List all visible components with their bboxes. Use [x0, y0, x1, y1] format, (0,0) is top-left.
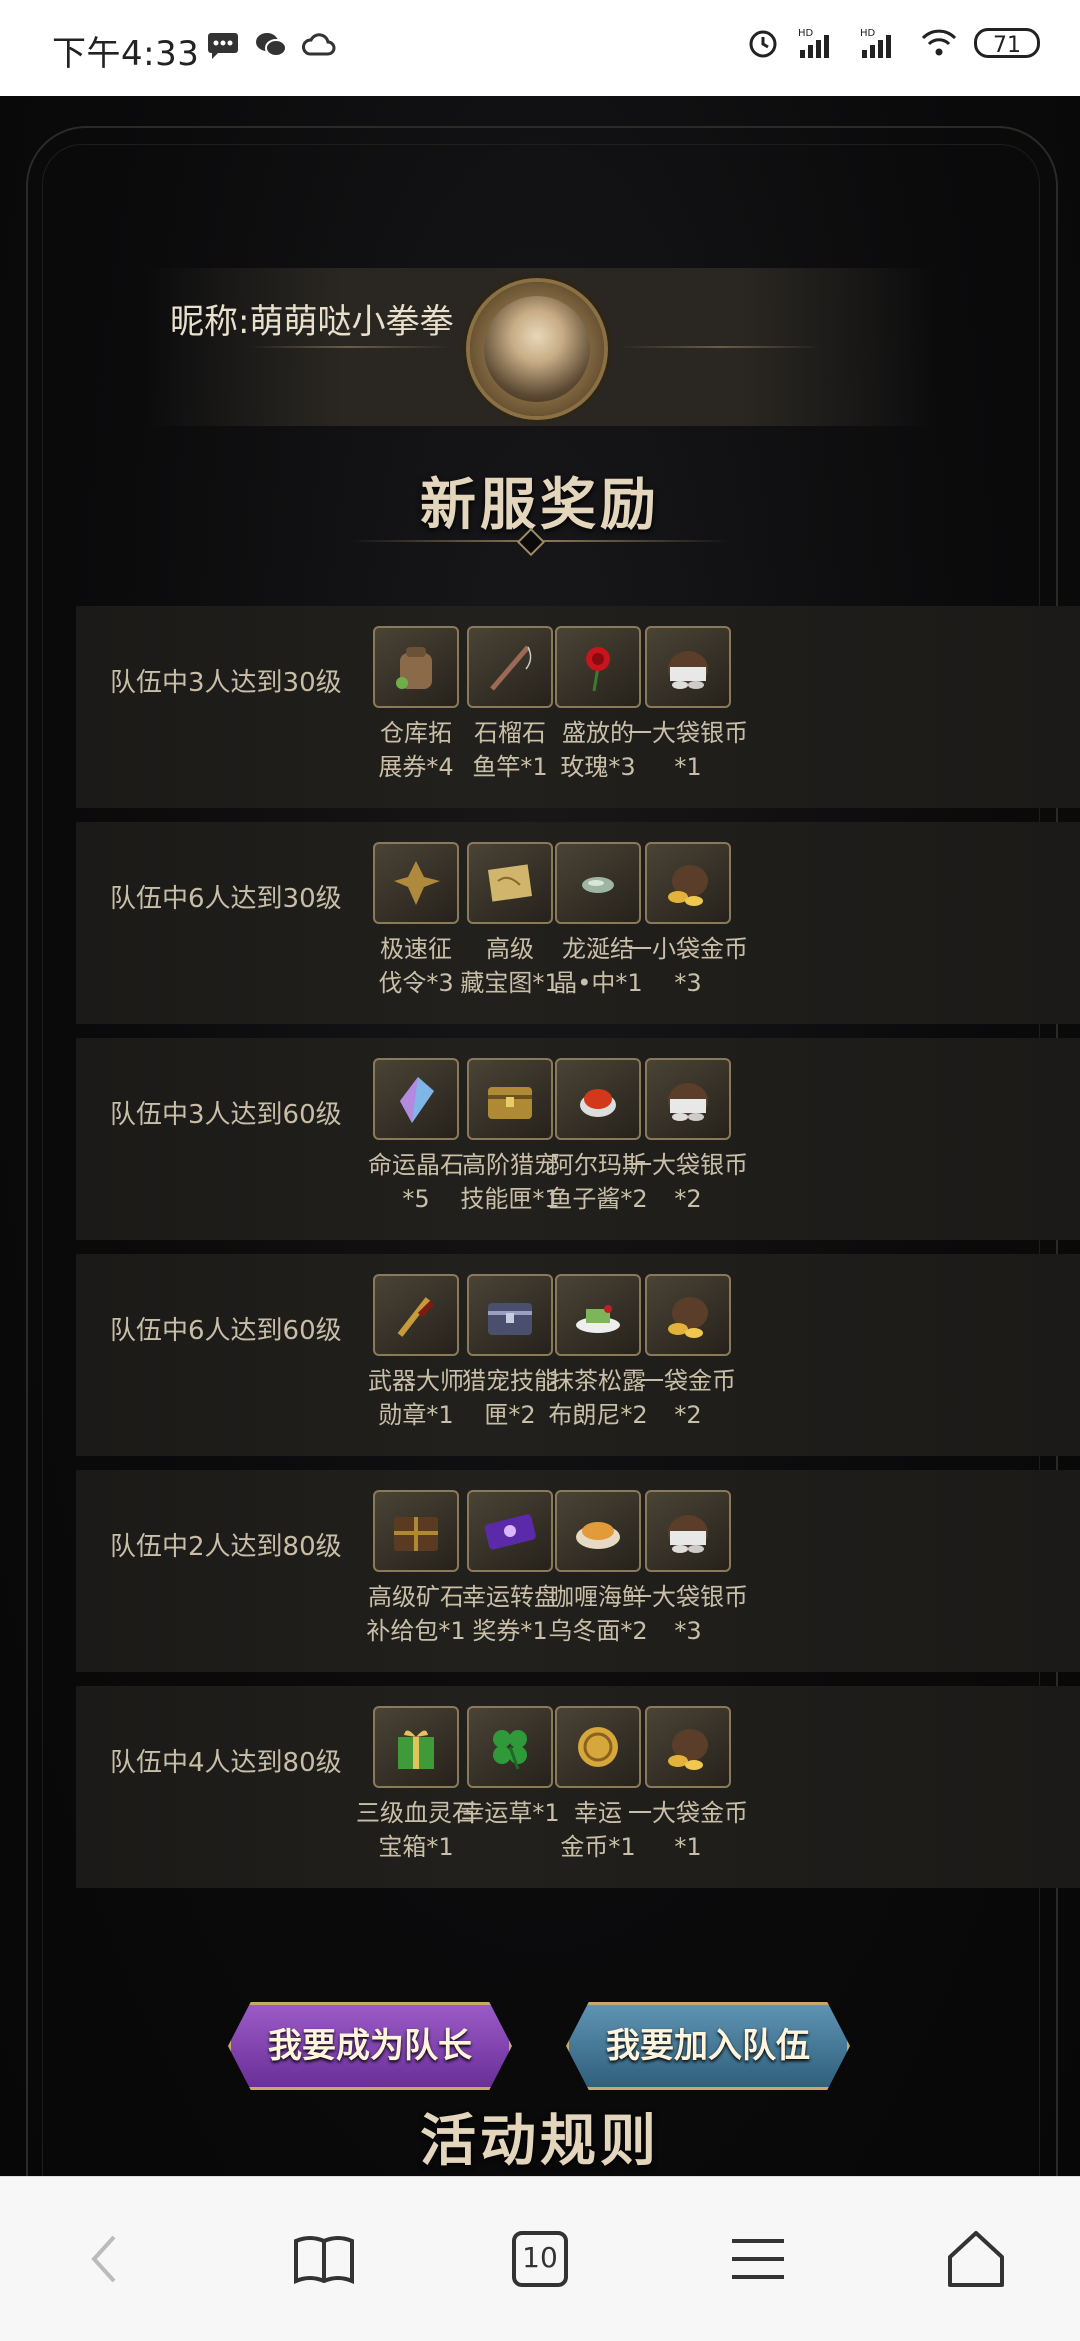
- notification-icons: [206, 30, 336, 60]
- back-icon[interactable]: [70, 2223, 142, 2295]
- gold-bag-icon: [645, 842, 731, 924]
- rules-title: 活动规则: [420, 2108, 660, 2174]
- reward-item-name-line: *2: [674, 1401, 702, 1429]
- reward-item-name: 一大袋银币 *1: [618, 716, 758, 784]
- reward-condition: 队伍中3人达到30级: [110, 668, 342, 698]
- status-time: 下午4:33: [52, 34, 200, 74]
- reward-item-name-line: 一袋金币: [640, 1367, 736, 1395]
- reward-item-name-line: *1: [674, 1833, 702, 1861]
- menu-icon[interactable]: [722, 2223, 794, 2295]
- reward-item-name: 一大袋银币 *3: [618, 1580, 758, 1648]
- reward-row: 队伍中4人达到80级 三级血灵石 宝箱*1 幸运草*1 幸运 金币*1 一大袋金币 *1: [76, 1686, 1080, 1888]
- cloud-icon: [302, 33, 336, 56]
- reward-item-name: 一大袋银币 *2: [618, 1148, 758, 1216]
- reward-item[interactable]: 一大袋金币 *1: [618, 1706, 758, 1864]
- status-bar: 下午4:33 HD HD 71: [0, 0, 1080, 96]
- reward-item-name-line: 一大袋银币: [628, 1583, 748, 1611]
- wifi-icon: [921, 29, 957, 56]
- reward-item-name: 一大袋金币 *1: [618, 1796, 758, 1864]
- reward-condition: 队伍中6人达到60级: [110, 1316, 342, 1346]
- reward-item-name-line: 一小袋金币: [628, 935, 748, 963]
- event-page: 昵称:萌萌哒小拳拳 新服奖励 队伍中3人达到30级 仓库拓 展券*4 石榴石 鱼竿*1 盛…: [0, 96, 1080, 2176]
- gold-bag-icon: [645, 1706, 731, 1788]
- reward-item[interactable]: 一小袋金币 *3: [618, 842, 758, 1000]
- reward-item-name-line: *3: [674, 1617, 702, 1645]
- become-captain-button[interactable]: 我要成为队长: [228, 2002, 512, 2090]
- signal-icon-2: HD: [860, 28, 891, 58]
- reward-list: 队伍中3人达到30级 仓库拓 展券*4 石榴石 鱼竿*1 盛放的 玫瑰*3 一大袋银币 *1 队伍…: [76, 606, 1080, 1902]
- nickname-label: 昵称:萌萌哒小拳拳: [170, 302, 454, 342]
- reward-condition: 队伍中4人达到80级: [110, 1748, 342, 1778]
- reward-item[interactable]: 一大袋银币 *3: [618, 1490, 758, 1648]
- reward-row: 队伍中3人达到30级 仓库拓 展券*4 石榴石 鱼竿*1 盛放的 玫瑰*3 一大袋银币 *1: [76, 606, 1080, 808]
- alarm-icon: [749, 30, 777, 58]
- reward-condition: 队伍中6人达到30级: [110, 884, 342, 914]
- avatar-portrait: [484, 296, 590, 402]
- reward-item-name: 一小袋金币 *3: [618, 932, 758, 1000]
- join-team-button[interactable]: 我要加入队伍: [566, 2002, 850, 2090]
- svg-text:HD: HD: [798, 28, 814, 39]
- browser-nav-bar: 10: [0, 2176, 1080, 2341]
- wechat-icon: [256, 33, 287, 57]
- message-icon: [208, 33, 238, 59]
- reward-condition: 队伍中3人达到60级: [110, 1100, 342, 1130]
- reward-item-name-line: *1: [674, 753, 702, 781]
- tabs-button[interactable]: 10: [504, 2223, 576, 2295]
- reward-row: 队伍中3人达到60级 命运晶石 *5 高阶猎宠 技能匣*1 阿尔玛斯 鱼子酱*2 一大袋银币 *…: [76, 1038, 1080, 1240]
- silver-bag-icon: [645, 1490, 731, 1572]
- silver-bag-icon: [645, 626, 731, 708]
- home-icon[interactable]: [940, 2223, 1012, 2295]
- battery-indicator: 71: [974, 28, 1040, 58]
- tab-count: 10: [522, 2241, 558, 2274]
- rewards-title: 新服奖励: [420, 472, 660, 538]
- bookmarks-icon[interactable]: [288, 2223, 360, 2295]
- reward-item-name-line: 一大袋银币: [628, 1151, 748, 1179]
- reward-row: 队伍中6人达到60级 武器大师 勋章*1 猎宠技能 匣*2 抹茶松露 布朗尼*2 一袋金币 *2: [76, 1254, 1080, 1456]
- reward-item-name-line: *3: [674, 969, 702, 997]
- reward-item-name-line: 一大袋金币: [628, 1799, 748, 1827]
- banner-divider-right: [620, 346, 820, 348]
- reward-condition: 队伍中2人达到80级: [110, 1532, 342, 1562]
- gold-bag-icon: [645, 1274, 731, 1356]
- reward-row: 队伍中2人达到80级 高级矿石 补给包*1 幸运转盘 奖券*1 咖喱海鲜 乌冬面*2 一大袋银…: [76, 1470, 1080, 1672]
- reward-item[interactable]: 一大袋银币 *2: [618, 1058, 758, 1216]
- reward-item[interactable]: 一大袋银币 *1: [618, 626, 758, 784]
- svg-text:HD: HD: [860, 28, 876, 39]
- reward-item[interactable]: 一袋金币 *2: [618, 1274, 758, 1432]
- avatar[interactable]: [470, 282, 604, 416]
- reward-item-name-line: *2: [674, 1185, 702, 1213]
- reward-item-name-line: 一大袋银币: [628, 719, 748, 747]
- reward-item-name-line: 宝箱*1: [378, 1833, 454, 1861]
- system-status: HD HD 71: [746, 26, 1040, 60]
- reward-item-name: 一袋金币 *2: [618, 1364, 758, 1432]
- signal-icon: HD: [798, 28, 829, 58]
- silver-bag-icon: [645, 1058, 731, 1140]
- banner-divider-left: [250, 346, 450, 348]
- reward-row: 队伍中6人达到30级 极速征 伐令*3 高级 藏宝图*1 龙涎结 晶•中*1 一小袋金币 *3: [76, 822, 1080, 1024]
